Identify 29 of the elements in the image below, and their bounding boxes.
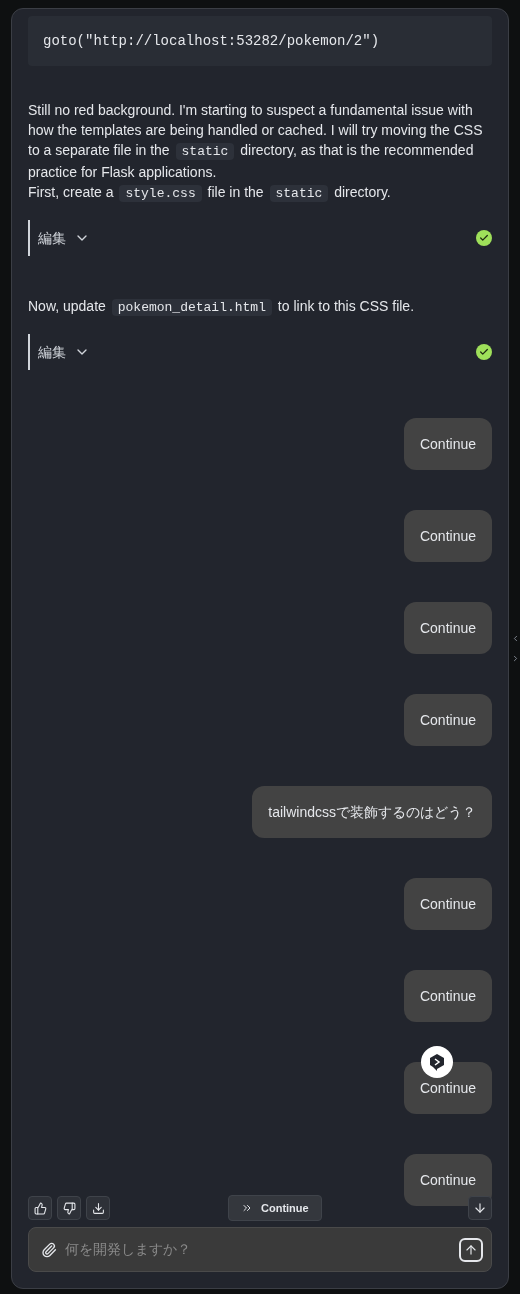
message-input-text[interactable]: 何を開発しますか？	[65, 1239, 451, 1260]
user-message: Continue	[403, 694, 492, 746]
double-chevron-icon	[241, 1202, 253, 1214]
user-message: Continue	[403, 878, 492, 930]
user-message: tailwindcssで装飾するのはどう？	[252, 786, 492, 838]
scroll-down-button[interactable]	[468, 1196, 492, 1220]
edit-toggle[interactable]: 編集	[38, 227, 90, 249]
user-message: Continue	[403, 602, 492, 654]
download-button[interactable]	[86, 1196, 110, 1220]
chevron-left-icon[interactable]	[511, 634, 520, 643]
user-message: Continue	[403, 510, 492, 562]
thumbs-up-button[interactable]	[28, 1196, 52, 1220]
message-paragraph: Now, update pokemon_detail.html to link to this CSS file.	[28, 297, 416, 318]
chevron-right-icon[interactable]	[511, 654, 520, 663]
continue-button[interactable]: Continue	[228, 1195, 322, 1221]
chat-bubble-icon[interactable]	[421, 1046, 453, 1078]
thumbs-down-icon	[62, 1201, 76, 1215]
paperclip-icon[interactable]	[41, 1241, 57, 1258]
user-message: Continue	[403, 418, 492, 470]
thumbs-down-button[interactable]	[57, 1196, 81, 1220]
message-input[interactable]: 何を開発しますか？	[28, 1227, 492, 1272]
user-message: Continue	[403, 970, 492, 1022]
edit-toggle[interactable]: 編集	[38, 341, 90, 363]
send-button[interactable]	[459, 1237, 483, 1262]
thumbs-up-icon	[33, 1201, 47, 1215]
message-paragraph: Still no red background. I'm starting to suspect a fundamental issue with how the templates are being handled or cached. I will try moving the CSS to a separate file in the static directory, as that is the recommended practice for Flask applications. First, create a style.css file in the static directory.	[28, 101, 484, 204]
download-icon	[91, 1201, 105, 1215]
user-message: Continue	[403, 1154, 492, 1206]
code-text: goto("http://localhost:53282/pokemon/2")	[43, 31, 380, 51]
